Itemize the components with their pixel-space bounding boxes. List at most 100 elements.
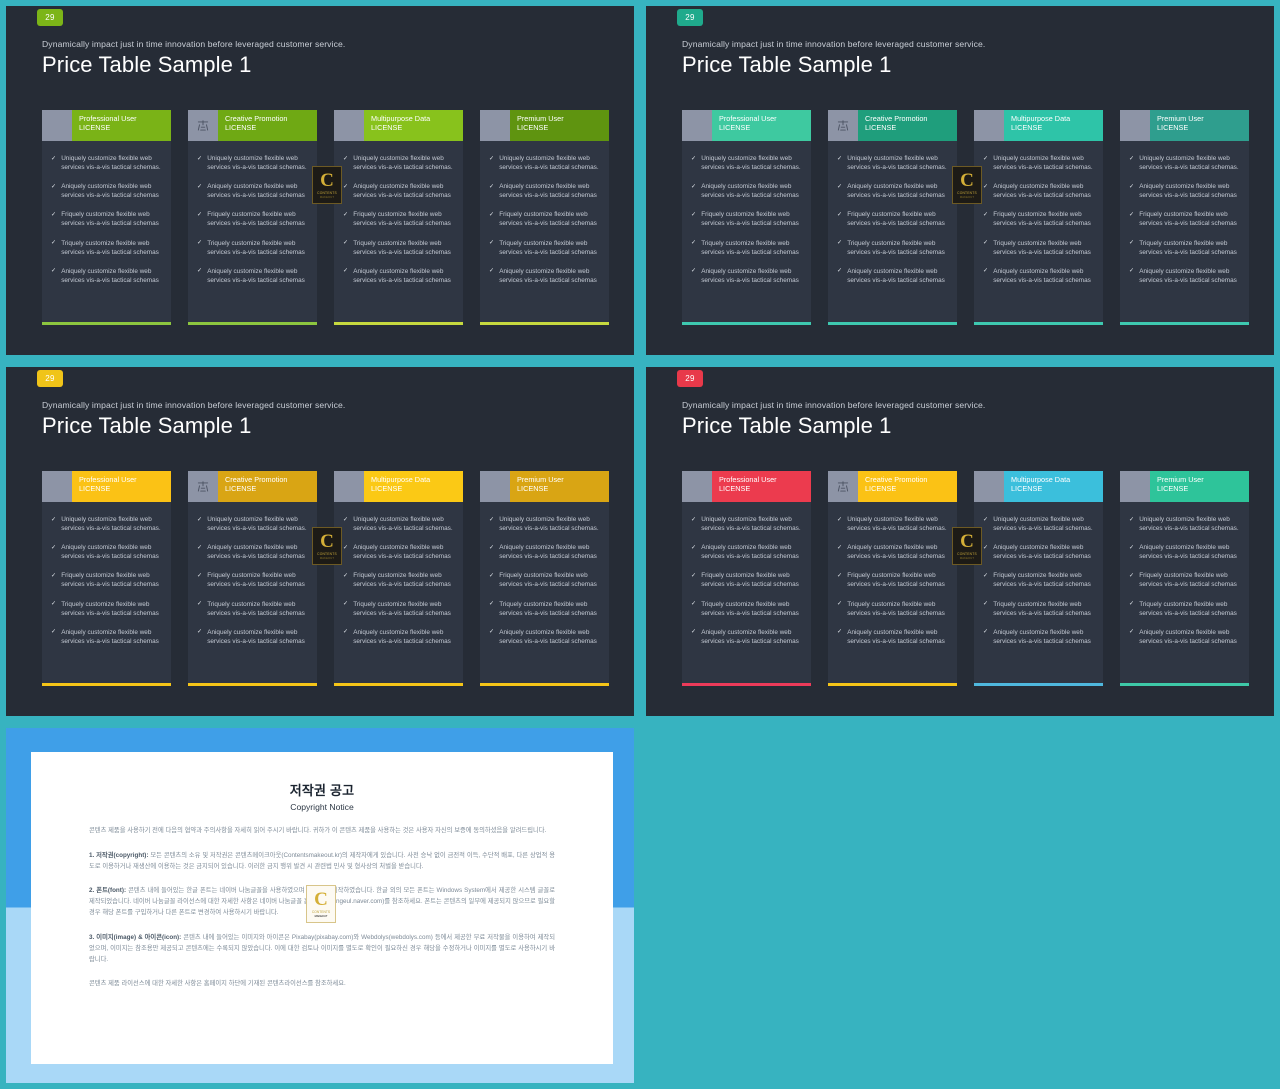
price-card[interactable]: Creative Promotion LICENSE ✓ Uniquely custo… — [188, 471, 317, 686]
price-card-accent-bar — [1120, 683, 1249, 686]
feature-text: Aniquely customize flexible web services… — [701, 267, 799, 284]
price-card[interactable]: Multipurpose Data LICENSE ✓ Uniquely custom… — [334, 110, 463, 325]
price-card-feature-list: ✓ Uniquely customize flexible web service… — [1120, 141, 1249, 318]
feature-text: Friquely customize flexible web services… — [701, 572, 799, 589]
feature-item: ✓ Friquely customize flexible web service… — [489, 210, 600, 228]
feature-item: ✓ Uniquely customize flexible web service… — [51, 515, 162, 533]
check-icon: ✓ — [489, 239, 495, 247]
price-card[interactable]: Premium User LICENSE ✓ Uniquely customize f… — [1120, 471, 1249, 686]
feature-text: Friquely customize flexible web services… — [1139, 211, 1237, 228]
price-card[interactable]: Multipurpose Data LICENSE ✓ Uniquely custom… — [974, 110, 1103, 325]
abstract-glyph-icon — [1120, 110, 1150, 141]
price-card-accent-bar — [188, 322, 317, 325]
feature-text: Friquely customize flexible web services… — [207, 572, 305, 589]
price-card[interactable]: Professional User LICENSE ✓ Uniquely custom… — [42, 110, 171, 325]
price-card-header: Premium User LICENSE — [480, 471, 609, 502]
price-card[interactable]: Multipurpose Data LICENSE ✓ Uniquely custom… — [974, 471, 1103, 686]
price-card-feature-list: ✓ Uniquely customize flexible web service… — [42, 502, 171, 679]
feature-item: ✓ Friquely customize flexible web service… — [197, 210, 308, 228]
feature-text: Aniquely customize flexible web services… — [353, 267, 451, 284]
price-card-title: Premium User — [517, 114, 564, 123]
price-card[interactable]: Creative Promotion LICENSE ✓ Uniquely custo… — [828, 110, 957, 325]
feature-text: Aniquely customize flexible web services… — [499, 183, 597, 200]
price-card[interactable]: Professional User LICENSE ✓ Uniquely custom… — [42, 471, 171, 686]
feature-item: ✓ Aniquely customize flexible web service… — [691, 628, 802, 646]
feature-text: Triquely customize flexible web services… — [1139, 239, 1237, 256]
feature-text: Uniquely customize flexible web services… — [61, 516, 161, 533]
feature-item: ✓ Triquely customize flexible web service… — [837, 239, 948, 257]
price-card-title-block: Creative Promotion LICENSE — [218, 110, 317, 141]
price-card[interactable]: Premium User LICENSE ✓ Uniquely customize f… — [1120, 110, 1249, 325]
check-icon: ✓ — [343, 571, 349, 579]
check-icon: ✓ — [51, 543, 57, 551]
price-card-feature-list: ✓ Uniquely customize flexible web service… — [682, 141, 811, 318]
abstract-glyph-icon — [334, 471, 364, 502]
feature-item: ✓ Triquely customize flexible web service… — [983, 239, 1094, 257]
feature-item: ✓ Triquely customize flexible web service… — [837, 600, 948, 618]
price-card-header: Professional User LICENSE — [682, 471, 811, 502]
price-card[interactable]: Premium User LICENSE ✓ Uniquely customize f… — [480, 110, 609, 325]
check-icon: ✓ — [343, 600, 349, 608]
price-card[interactable]: Professional User LICENSE ✓ Uniquely custom… — [682, 471, 811, 686]
price-card[interactable]: Multipurpose Data LICENSE ✓ Uniquely custom… — [334, 471, 463, 686]
abstract-glyph-icon — [188, 110, 218, 141]
copyright-subtitle: Copyright Notice — [290, 802, 354, 812]
feature-text: Triquely customize flexible web services… — [61, 239, 159, 256]
feature-text: Friquely customize flexible web services… — [353, 211, 451, 228]
price-card-title-block: Multipurpose Data LICENSE — [364, 471, 463, 502]
check-icon: ✓ — [1129, 543, 1135, 551]
feature-item: ✓ Triquely customize flexible web service… — [197, 239, 308, 257]
feature-item: ✓ Uniquely customize flexible web service… — [837, 154, 948, 172]
feature-text: Triquely customize flexible web services… — [207, 239, 305, 256]
price-card[interactable]: Creative Promotion LICENSE ✓ Uniquely custo… — [828, 471, 957, 686]
page-badge-4: 29 — [677, 370, 703, 387]
feature-text: Aniquely customize flexible web services… — [993, 267, 1091, 284]
abstract-glyph-icon — [974, 471, 1004, 502]
check-icon: ✓ — [343, 267, 349, 275]
watermark-line2: MAKEOUT — [314, 915, 328, 918]
screenshot-root: 29 Dynamically impact just in time innov… — [0, 0, 1280, 1089]
feature-text: Triquely customize flexible web services… — [847, 600, 945, 617]
price-card[interactable]: Creative Promotion LICENSE ✓ Uniquely custo… — [188, 110, 317, 325]
feature-text: Triquely customize flexible web services… — [499, 600, 597, 617]
feature-item: ✓ Aniquely customize flexible web service… — [51, 628, 162, 646]
price-card-header: Creative Promotion LICENSE — [188, 110, 317, 141]
check-icon: ✓ — [837, 210, 843, 218]
feature-text: Aniquely customize flexible web services… — [499, 267, 597, 284]
feature-text: Aniquely customize flexible web services… — [701, 183, 799, 200]
feature-item: ✓ Uniquely customize flexible web service… — [691, 154, 802, 172]
feature-text: Aniquely customize flexible web services… — [207, 183, 305, 200]
price-card-subtitle: LICENSE — [517, 483, 549, 493]
feature-item: ✓ Uniquely customize flexible web service… — [691, 515, 802, 533]
check-icon: ✓ — [691, 628, 697, 636]
feature-item: ✓ Friquely customize flexible web service… — [983, 210, 1094, 228]
feature-item: ✓ Triquely customize flexible web service… — [691, 239, 802, 257]
price-card[interactable]: Professional User LICENSE ✓ Uniquely custom… — [682, 110, 811, 325]
price-card-subtitle: LICENSE — [1157, 122, 1189, 132]
slide-panel-3[interactable]: 29 Dynamically impact just in time innov… — [0, 361, 640, 722]
check-icon: ✓ — [197, 515, 203, 523]
feature-item: ✓ Friquely customize flexible web service… — [837, 571, 948, 589]
check-icon: ✓ — [983, 571, 989, 579]
feature-item: ✓ Friquely customize flexible web service… — [51, 210, 162, 228]
slide-panel-1[interactable]: 29 Dynamically impact just in time innov… — [0, 0, 640, 361]
check-icon: ✓ — [1129, 210, 1135, 218]
check-icon: ✓ — [837, 515, 843, 523]
price-card-subtitle: LICENSE — [1011, 483, 1043, 493]
feature-item: ✓ Friquely customize flexible web service… — [343, 571, 454, 589]
abstract-glyph-icon — [334, 110, 364, 141]
check-icon: ✓ — [691, 239, 697, 247]
check-icon: ✓ — [837, 182, 843, 190]
feature-text: Uniquely customize flexible web services… — [207, 516, 307, 533]
copyright-paragraph: 1. 저작권(copyright): 모든 콘텐츠의 소유 및 저작권은 콘텐츠… — [89, 851, 555, 870]
feature-item: ✓ Triquely customize flexible web service… — [489, 239, 600, 257]
feature-item: ✓ Aniquely customize flexible web service… — [489, 267, 600, 285]
slide-panel-4[interactable]: 29 Dynamically impact just in time innov… — [640, 361, 1280, 722]
price-card[interactable]: Premium User LICENSE ✓ Uniquely customize f… — [480, 471, 609, 686]
slide-panel-2[interactable]: 29 Dynamically impact just in time innov… — [640, 0, 1280, 361]
feature-item: ✓ Triquely customize flexible web service… — [51, 600, 162, 618]
feature-text: Friquely customize flexible web services… — [353, 572, 451, 589]
price-card-title: Creative Promotion — [865, 475, 928, 484]
price-card-feature-list: ✓ Uniquely customize flexible web service… — [480, 141, 609, 318]
feature-item: ✓ Friquely customize flexible web service… — [837, 210, 948, 228]
